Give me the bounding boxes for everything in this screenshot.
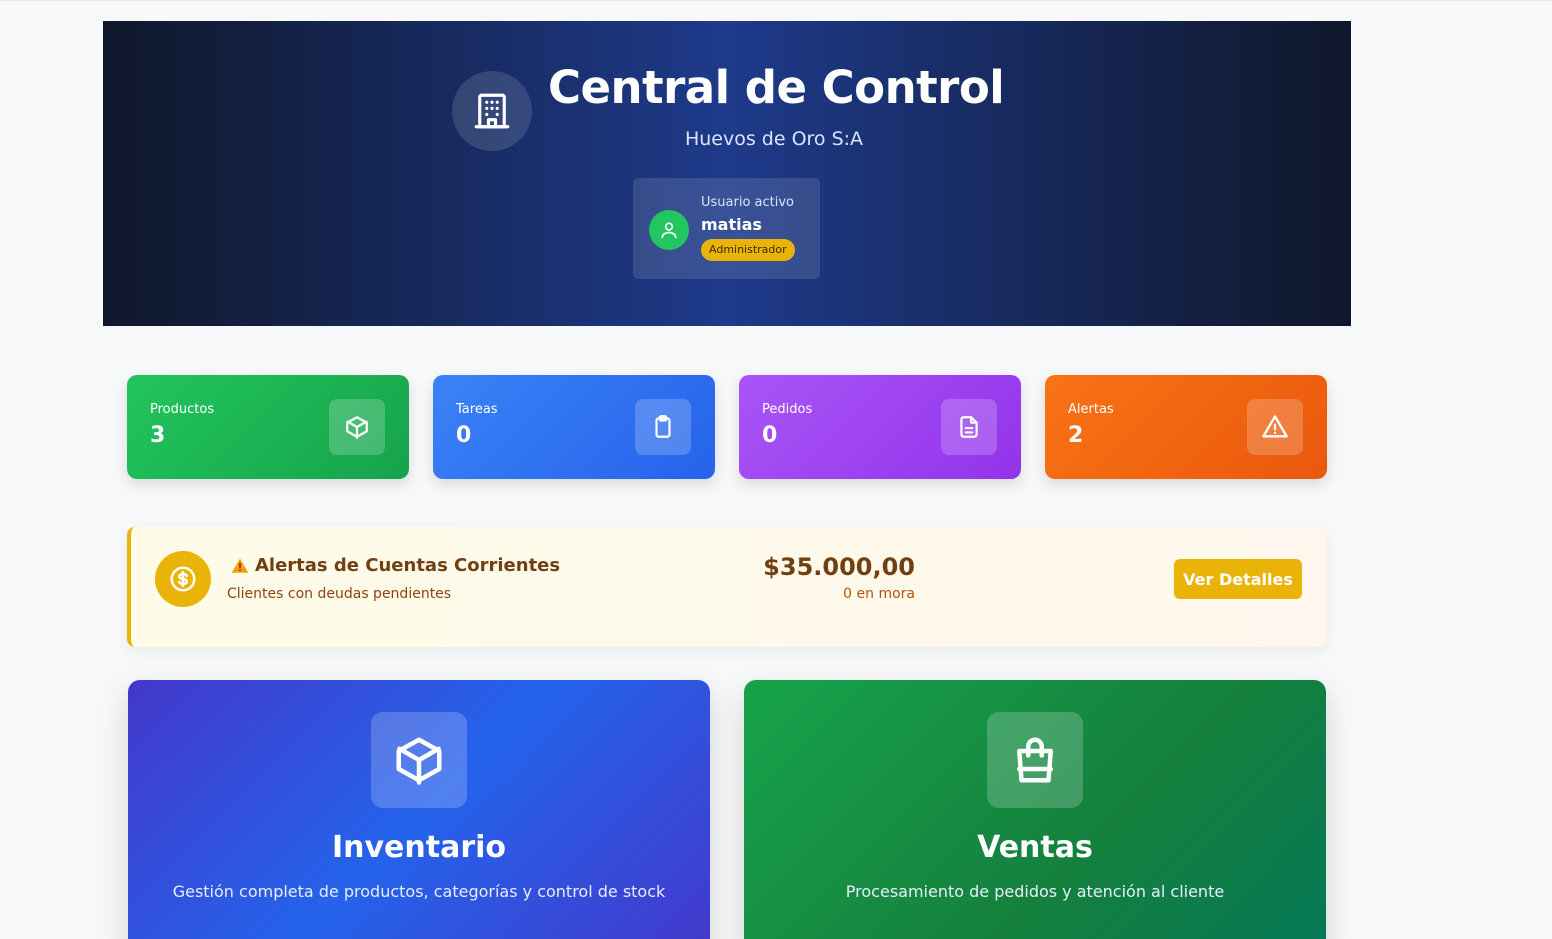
module-title: Ventas (977, 830, 1093, 865)
view-details-button[interactable]: Ver Detalles (1174, 559, 1302, 599)
stat-label: Tareas (456, 402, 498, 417)
stat-value: 3 (150, 423, 166, 448)
box-icon (371, 712, 467, 808)
role-badge: Administrador (701, 239, 795, 261)
document-icon (941, 399, 997, 455)
stat-label: Alertas (1068, 402, 1114, 417)
user-caption: Usuario activo (701, 195, 795, 210)
stat-label: Productos (150, 402, 215, 417)
alert-title-text: Alertas de Cuentas Corrientes (255, 555, 561, 576)
module-card-inventory[interactable]: Inventario Gestión completa de productos… (128, 680, 710, 939)
shopping-bag-icon (987, 712, 1083, 808)
stat-value: 2 (1068, 423, 1084, 448)
module-title: Inventario (331, 830, 507, 865)
stat-card-alerts[interactable]: Alertas 2 (1045, 375, 1327, 479)
page-title: Central de Control (548, 61, 1005, 114)
stat-card-products[interactable]: Productos 3 (127, 375, 409, 479)
accounts-alert-banner: Alertas de Cuentas Corrientes Clientes c… (127, 527, 1327, 647)
dollar-icon (155, 551, 211, 607)
clipboard-icon (635, 399, 691, 455)
mora-count: 0 en mora (843, 586, 915, 602)
warning-icon (1247, 399, 1303, 455)
company-name: Huevos de Oro S:A (684, 128, 864, 150)
module-card-sales[interactable]: Ventas Procesamiento de pedidos y atenci… (744, 680, 1326, 939)
stat-card-tasks[interactable]: Tareas 0 (433, 375, 715, 479)
alert-subtitle: Clientes con deudas pendientes (227, 586, 452, 602)
active-user-card: Usuario activo matias Administrador (633, 178, 820, 279)
user-name: matias (701, 215, 762, 234)
alert-title: Alertas de Cuentas Corrientes (231, 555, 560, 576)
stat-label: Pedidos (762, 402, 813, 417)
stat-value: 0 (762, 423, 778, 448)
hero-header: Central de Control Huevos de Oro S:A Usu… (103, 21, 1351, 326)
stat-card-orders[interactable]: Pedidos 0 (739, 375, 1021, 479)
module-description: Gestión completa de productos, categoría… (172, 882, 666, 901)
debt-amount: $35.000,00 (763, 553, 915, 581)
user-icon (649, 210, 689, 250)
module-description: Procesamiento de pedidos y atención al c… (845, 882, 1225, 901)
warning-icon (231, 558, 249, 573)
box-icon (329, 399, 385, 455)
stat-value: 0 (456, 423, 472, 448)
